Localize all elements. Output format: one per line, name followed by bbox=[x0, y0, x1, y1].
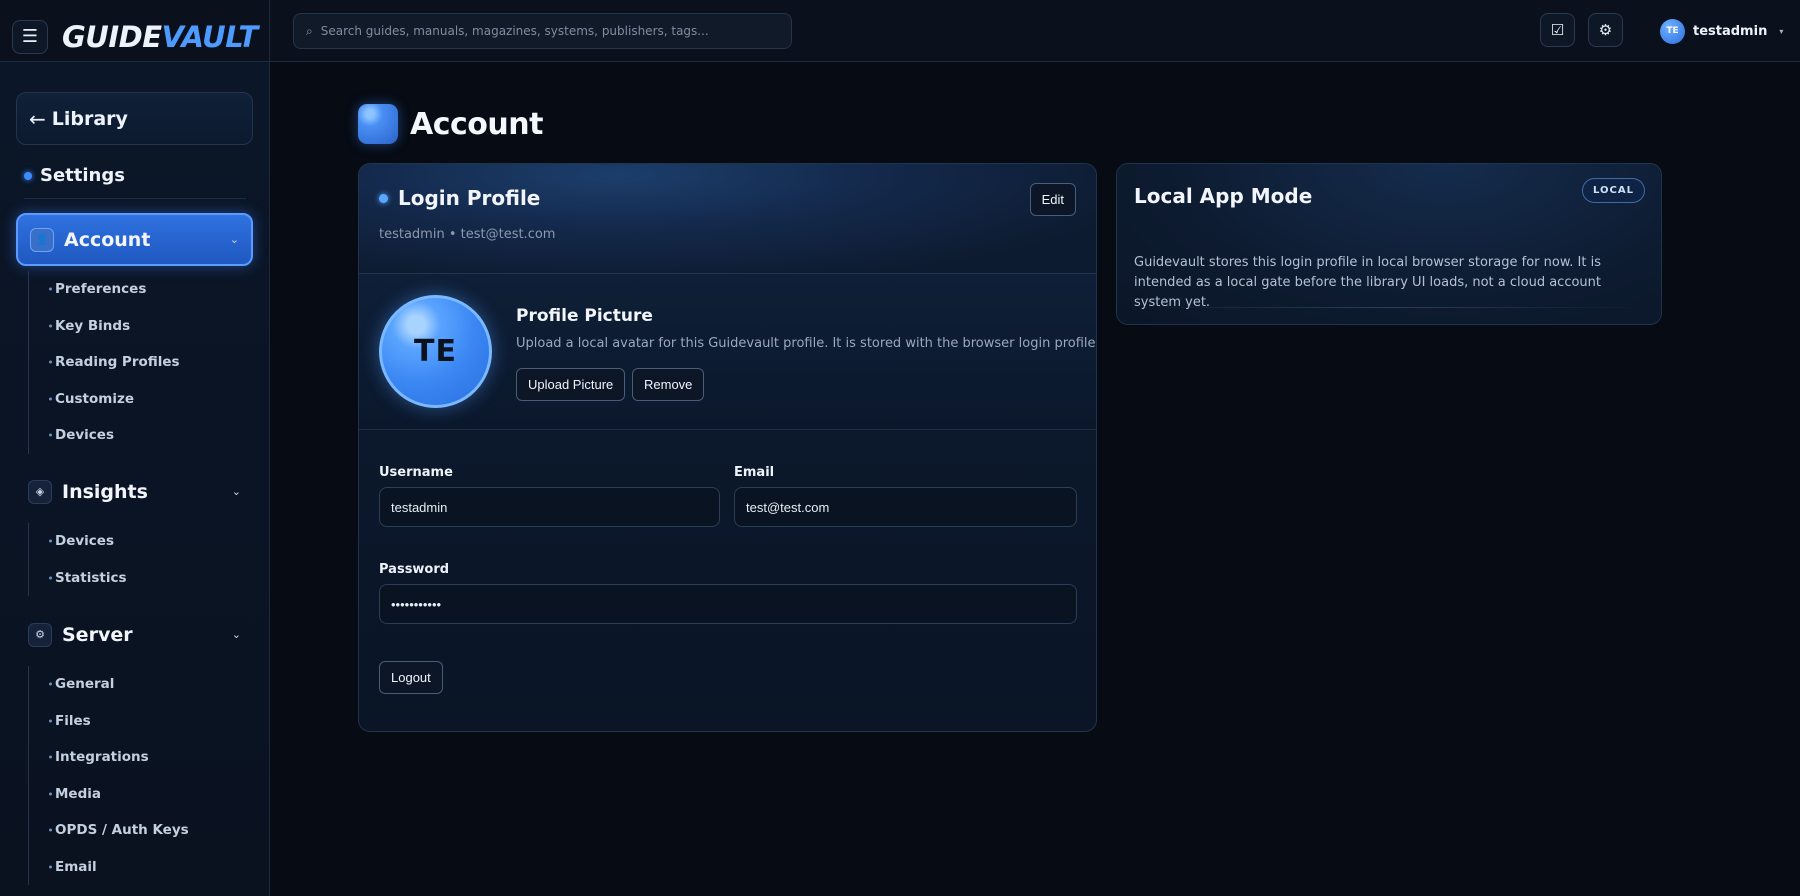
account-badge-icon bbox=[358, 104, 398, 144]
user-icon: 👤 bbox=[30, 227, 54, 252]
sidebar: ← Library Settings 👤 Account ⌄ Preferenc… bbox=[0, 62, 269, 896]
logo-part-vault: VAULT bbox=[161, 20, 259, 54]
local-app-mode-title: Local App Mode bbox=[1134, 184, 1313, 208]
remove-picture-button[interactable]: Remove bbox=[632, 368, 705, 401]
top-bar: ☰ GUIDEVAULT ⌕ ☑ ⚙ TE testadmin ▾ bbox=[0, 0, 1800, 62]
search-bar[interactable]: ⌕ bbox=[293, 13, 792, 49]
sidebar-item-general[interactable]: General bbox=[29, 666, 189, 703]
group-label: Account bbox=[64, 228, 151, 251]
logo-part-guide: GUIDE bbox=[62, 20, 162, 54]
sidebar-item-key-binds[interactable]: Key Binds bbox=[29, 308, 180, 345]
gear-icon[interactable]: ⚙ bbox=[1588, 13, 1623, 47]
chevron-down-icon: ⌄ bbox=[231, 628, 241, 641]
app-logo[interactable]: GUIDEVAULT bbox=[62, 20, 258, 54]
sidebar-item-customize[interactable]: Customize bbox=[29, 381, 180, 418]
menu-icon[interactable]: ☰ bbox=[12, 20, 48, 54]
email-field[interactable] bbox=[734, 487, 1077, 527]
search-icon: ⌕ bbox=[306, 23, 313, 38]
username-label: Username bbox=[379, 465, 453, 480]
account-subitems: Preferences Key Binds Reading Profiles C… bbox=[28, 271, 180, 454]
user-menu[interactable]: TE testadmin ▾ bbox=[1660, 18, 1783, 44]
insights-subitems: Devices Statistics bbox=[28, 523, 127, 596]
chevron-down-icon: ⌄ bbox=[231, 485, 241, 498]
local-app-mode-card: Local App Mode LOCAL Guidevault stores t… bbox=[1116, 163, 1662, 325]
username-field[interactable] bbox=[379, 487, 720, 527]
email-label: Email bbox=[734, 465, 775, 480]
edit-button[interactable]: Edit bbox=[1029, 183, 1076, 216]
server-gear-icon: ⚙ bbox=[28, 622, 52, 647]
password-label: Password bbox=[379, 562, 450, 577]
sidebar-divider bbox=[24, 198, 246, 199]
search-input[interactable] bbox=[320, 24, 791, 38]
local-badge: LOCAL bbox=[1582, 178, 1645, 203]
local-app-mode-description: Guidevault stores this login profile in … bbox=[1134, 255, 1602, 310]
avatar: TE bbox=[379, 295, 492, 408]
sidebar-item-opds-auth-keys[interactable]: OPDS / Auth Keys bbox=[29, 812, 189, 849]
profile-picture-section: TE Profile Picture Upload a local avatar… bbox=[359, 274, 1096, 430]
arrow-left-icon: ← bbox=[29, 106, 46, 131]
tasks-checkbox-icon[interactable]: ☑ bbox=[1540, 13, 1575, 47]
sidebar-group-account[interactable]: 👤 Account ⌄ bbox=[16, 213, 253, 266]
sidebar-group-server[interactable]: ⚙ Server ⌄ bbox=[16, 608, 253, 661]
sidebar-item-insights-devices[interactable]: Devices bbox=[29, 523, 127, 560]
group-label: Insights bbox=[62, 480, 148, 503]
username-label: testadmin bbox=[1693, 23, 1768, 39]
group-label: Server bbox=[62, 623, 133, 646]
settings-label: Settings bbox=[40, 165, 125, 186]
sidebar-item-files[interactable]: Files bbox=[29, 703, 189, 740]
page-title: Account bbox=[358, 104, 543, 144]
back-to-library-button[interactable]: ← Library bbox=[16, 92, 253, 145]
sidebar-divider-line bbox=[269, 0, 270, 896]
chevron-down-icon: ▾ bbox=[1779, 26, 1784, 36]
login-profile-title: Login Profile bbox=[379, 186, 540, 210]
sidebar-group-insights[interactable]: ◈ Insights ⌄ bbox=[16, 465, 253, 518]
profile-picture-title: Profile Picture bbox=[516, 306, 653, 326]
login-profile-title-text: Login Profile bbox=[398, 186, 541, 210]
page-title-text: Account bbox=[410, 106, 543, 142]
password-field[interactable] bbox=[379, 584, 1077, 624]
profile-picture-description: Upload a local avatar for this Guidevaul… bbox=[516, 336, 1097, 351]
sidebar-item-preferences[interactable]: Preferences bbox=[29, 271, 180, 308]
avatar: TE bbox=[1660, 18, 1685, 44]
card-divider bbox=[1134, 307, 1644, 308]
sidebar-item-reading-profiles[interactable]: Reading Profiles bbox=[29, 344, 180, 381]
sidebar-item-media[interactable]: Media bbox=[29, 776, 189, 813]
settings-heading: Settings bbox=[24, 165, 125, 186]
chevron-down-icon: ⌄ bbox=[229, 233, 239, 246]
sidebar-item-devices[interactable]: Devices bbox=[29, 417, 180, 454]
status-dot-icon bbox=[379, 193, 388, 203]
back-label: Library bbox=[51, 107, 128, 130]
sidebar-item-email[interactable]: Email bbox=[29, 849, 189, 886]
login-profile-subtitle: testadmin • test@test.com bbox=[379, 227, 556, 242]
upload-picture-button[interactable]: Upload Picture bbox=[516, 368, 626, 401]
sidebar-item-statistics[interactable]: Statistics bbox=[29, 560, 127, 597]
login-profile-card: Login Profile testadmin • test@test.com … bbox=[358, 163, 1097, 732]
settings-dot-icon bbox=[24, 171, 32, 180]
sidebar-item-integrations[interactable]: Integrations bbox=[29, 739, 189, 776]
logout-button[interactable]: Logout bbox=[379, 661, 443, 694]
insights-icon: ◈ bbox=[28, 479, 52, 504]
login-profile-header: Login Profile testadmin • test@test.com … bbox=[359, 164, 1096, 274]
server-subitems: General Files Integrations Media OPDS / … bbox=[28, 666, 189, 885]
